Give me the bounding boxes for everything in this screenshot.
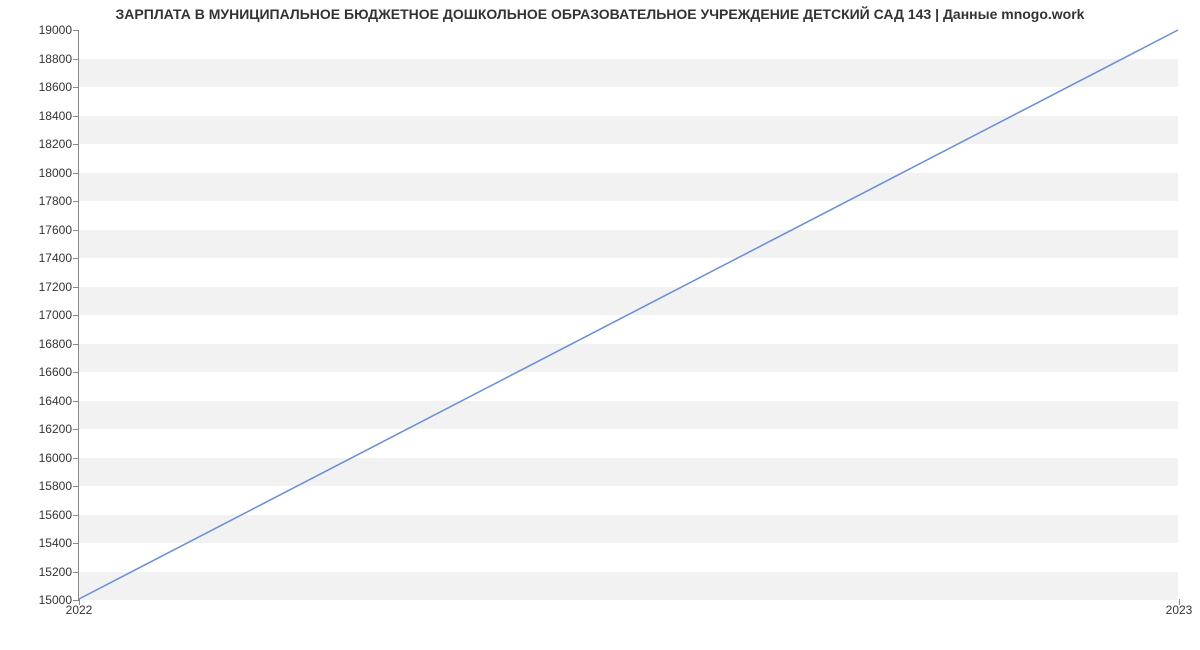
y-tick-label: 17000 [12,308,72,322]
y-tick [73,486,79,487]
chart-container: ЗАРПЛАТА В МУНИЦИПАЛЬНОЕ БЮДЖЕТНОЕ ДОШКО… [0,0,1200,650]
data-line [79,30,1178,599]
y-tick-label: 16400 [12,394,72,408]
y-tick-label: 16200 [12,422,72,436]
y-tick-label: 17400 [12,251,72,265]
y-tick-label: 19000 [12,23,72,37]
y-tick-label: 18600 [12,80,72,94]
y-tick-label: 18400 [12,109,72,123]
plot-area: 20222023 [78,30,1178,600]
y-tick [73,59,79,60]
y-tick [73,287,79,288]
y-tick-label: 15800 [12,479,72,493]
y-tick-label: 18800 [12,52,72,66]
y-tick [73,458,79,459]
y-tick [73,230,79,231]
y-tick-label: 15000 [12,593,72,607]
y-tick-label: 15600 [12,508,72,522]
y-tick-label: 15400 [12,536,72,550]
y-tick [73,258,79,259]
y-tick [73,116,79,117]
y-tick-label: 16000 [12,451,72,465]
y-tick [73,429,79,430]
y-tick-label: 16800 [12,337,72,351]
y-tick [73,315,79,316]
y-tick [73,173,79,174]
chart-title: ЗАРПЛАТА В МУНИЦИПАЛЬНОЕ БЮДЖЕТНОЕ ДОШКО… [0,6,1200,22]
y-tick [73,201,79,202]
y-tick [73,344,79,345]
y-tick-label: 18200 [12,137,72,151]
x-tick-label: 2023 [1166,603,1193,617]
y-tick [73,30,79,31]
y-tick [73,543,79,544]
y-tick-label: 15200 [12,565,72,579]
line-series [79,30,1178,599]
y-tick [73,572,79,573]
y-tick [73,144,79,145]
y-tick-label: 17200 [12,280,72,294]
y-tick [73,515,79,516]
y-tick-label: 17800 [12,194,72,208]
y-tick-label: 18000 [12,166,72,180]
y-tick [73,401,79,402]
y-tick [73,372,79,373]
y-tick [73,87,79,88]
y-tick-label: 16600 [12,365,72,379]
y-tick-label: 17600 [12,223,72,237]
